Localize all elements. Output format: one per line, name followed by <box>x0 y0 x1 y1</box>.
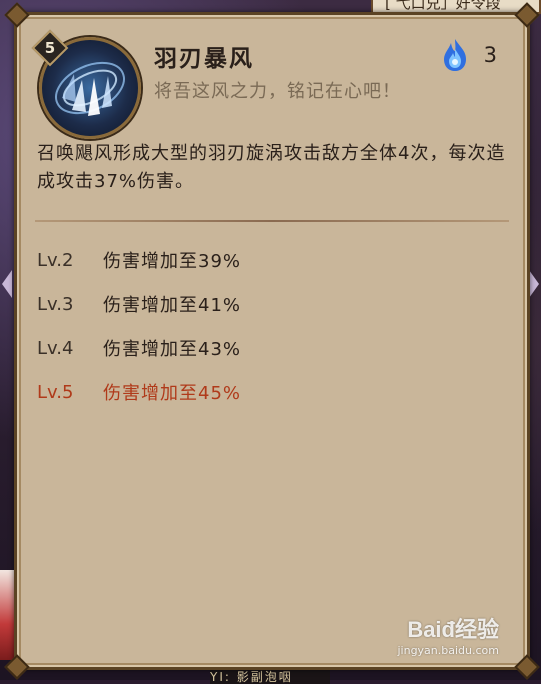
level-row: Lv.3 伤害增加至41% <box>37 282 507 326</box>
right-arrow-icon[interactable] <box>529 270 539 298</box>
cost-value: 3 <box>483 43 497 67</box>
left-arrow-icon[interactable] <box>2 270 12 298</box>
level-row-current: Lv.5 伤害增加至45% <box>37 370 507 414</box>
watermark-logo: Baiđ经验 <box>407 617 499 642</box>
level-label: Lv.3 <box>37 293 74 315</box>
skill-description: 召唤飓风形成大型的羽刃旋涡攻击敌方全体4次，每次造成攻击37%伤害。 <box>37 143 506 192</box>
level-label: Lv.2 <box>37 249 74 271</box>
skill-name: 羽刃暴风 <box>154 46 254 72</box>
level-effect: 伤害增加至41% <box>103 295 242 316</box>
level-effect: 伤害增加至43% <box>103 339 242 360</box>
level-effect: 伤害增加至45% <box>103 383 242 404</box>
skill-level: 5 <box>44 39 56 57</box>
skill-quote: 将吾这风之力，铭记在心吧！ <box>154 81 401 102</box>
bottom-text: YI: 影副泡咽 <box>210 670 330 684</box>
blue-flame-icon <box>443 39 466 71</box>
level-label: Lv.4 <box>37 337 74 359</box>
skill-cost: 3 <box>440 37 497 73</box>
level-list: Lv.2 伤害增加至39% Lv.3 伤害增加至41% Lv.4 伤害增加至43… <box>37 238 507 414</box>
level-label: Lv.5 <box>37 381 74 403</box>
level-effect: 伤害增加至39% <box>103 251 242 272</box>
level-row: Lv.4 伤害增加至43% <box>37 326 507 370</box>
skill-info-panel: 5 羽刃暴风 将吾这风之力，铭记在心吧！ 3 召唤飓风形成大型的羽刃旋涡攻击敌方… <box>4 2 540 680</box>
watermark: Baiđ经验 jingyan.baidu.com <box>397 612 499 657</box>
watermark-site: jingyan.baidu.com <box>397 644 499 657</box>
level-row: Lv.2 伤害增加至39% <box>37 238 507 282</box>
divider <box>35 220 509 222</box>
